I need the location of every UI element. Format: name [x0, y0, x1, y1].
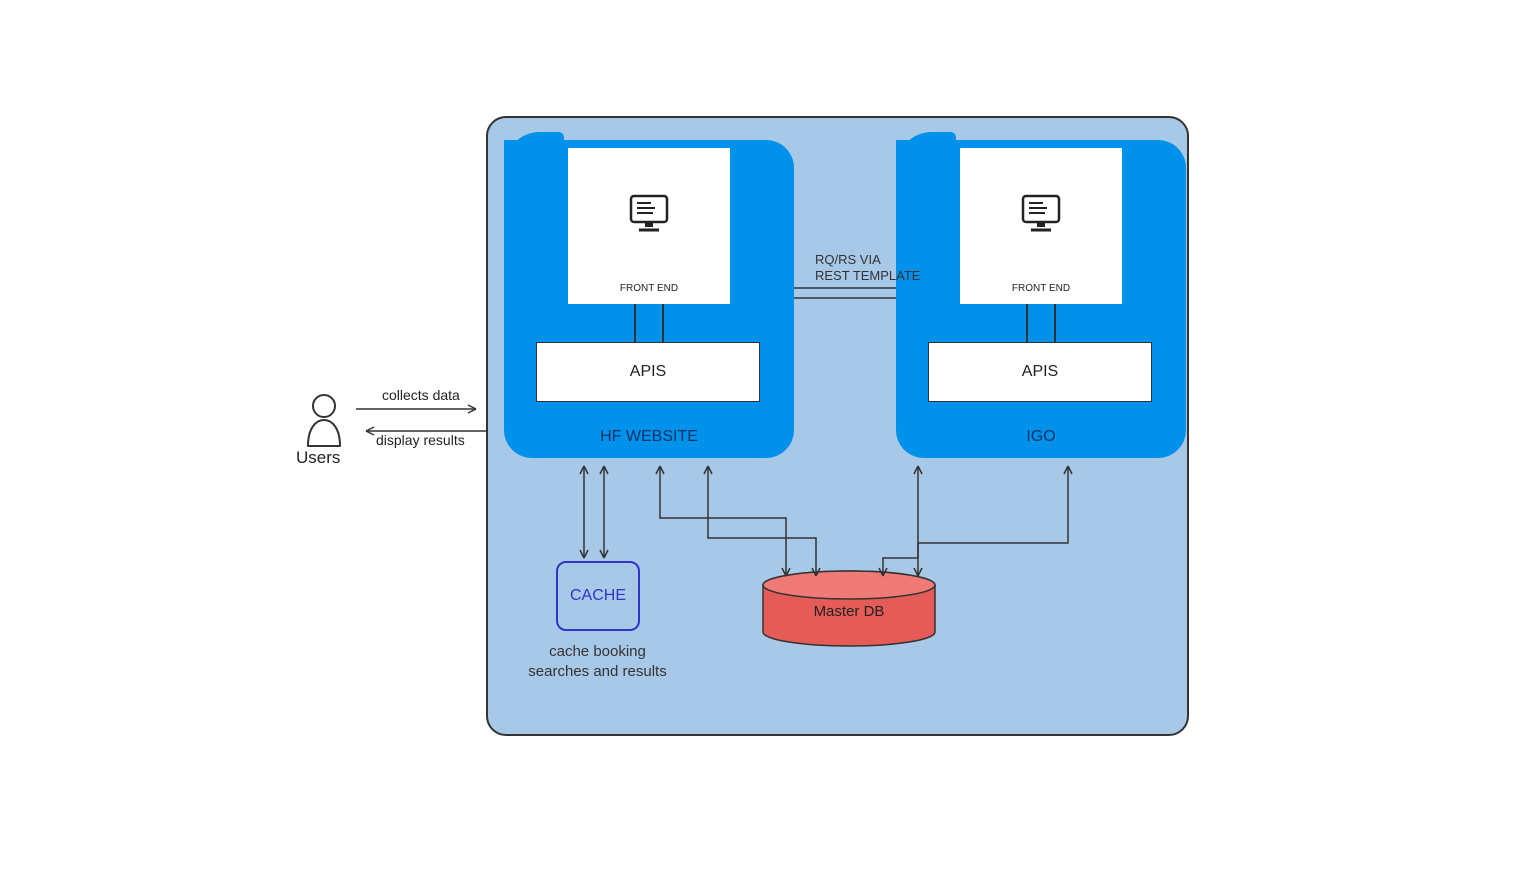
arrow-hf-cache — [574, 458, 614, 564]
label-display: display results — [376, 432, 465, 448]
frontend-igo: FRONT END — [960, 148, 1122, 304]
conn-rqrs — [794, 286, 896, 302]
monitor-icon — [625, 188, 673, 236]
apis-igo: APIS — [928, 342, 1152, 402]
database-label: Master DB — [760, 603, 938, 620]
arrow-hf-db — [658, 458, 798, 588]
arrow-igo-db — [868, 458, 1088, 588]
user-icon — [302, 392, 346, 448]
label-collects: collects data — [382, 387, 460, 403]
label-rqrs: RQ/RS VIA REST TEMPLATE — [815, 252, 920, 283]
users-label: Users — [296, 448, 340, 468]
monitor-icon — [1017, 188, 1065, 236]
module-title-hf: HF WEBSITE — [504, 428, 794, 446]
cache-node: CACHE — [556, 561, 640, 631]
cache-caption: cache booking searches and results — [520, 642, 675, 681]
module-title-igo: IGO — [896, 428, 1186, 446]
frontend-hf: FRONT END — [568, 148, 730, 304]
frontend-label-igo: FRONT END — [960, 283, 1122, 294]
system-container: FRONT END APIS HF WEBSITE — [486, 116, 1189, 736]
apis-hf: APIS — [536, 342, 760, 402]
arrow-collects — [356, 404, 486, 414]
frontend-label-hf: FRONT END — [568, 283, 730, 294]
architecture-diagram: Users collects data display results — [0, 0, 1516, 872]
